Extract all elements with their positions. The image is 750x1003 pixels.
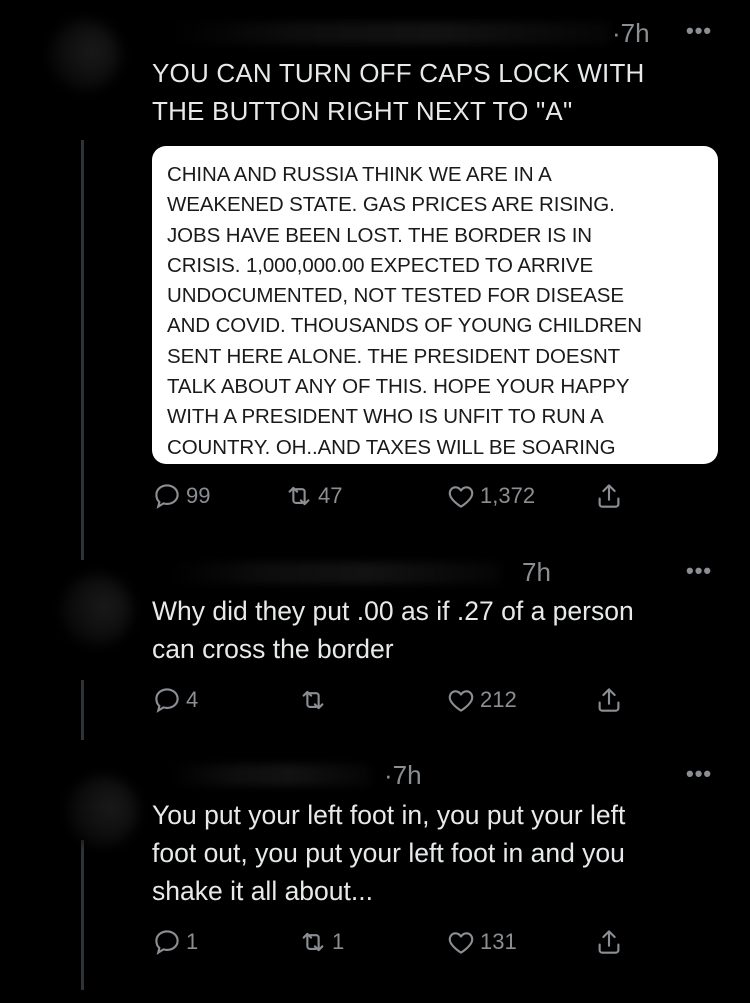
- thread-line: [81, 680, 84, 740]
- like-count: 131: [480, 929, 517, 954]
- retweet-button[interactable]: 47: [284, 476, 342, 516]
- thread-line: [81, 840, 84, 990]
- like-count: 212: [480, 687, 517, 712]
- retweet-button[interactable]: [298, 680, 332, 720]
- share-button[interactable]: [594, 680, 624, 720]
- retweet-count: 1: [332, 929, 345, 954]
- share-icon: [594, 927, 624, 957]
- reply-button[interactable]: 4: [152, 680, 198, 720]
- retweet-icon: [298, 685, 328, 715]
- retweet-button[interactable]: 1: [298, 922, 344, 962]
- reply-count: 99: [186, 483, 211, 508]
- like-button[interactable]: 131: [446, 922, 517, 962]
- reply-button[interactable]: 99: [152, 476, 210, 516]
- avatar[interactable]: [62, 575, 132, 645]
- share-button[interactable]: [594, 476, 624, 516]
- retweet-icon: [284, 481, 314, 511]
- heart-icon: [446, 927, 476, 957]
- reply-count: 4: [186, 687, 199, 712]
- tweet-text: Why did they put .00 as if .27 of a pers…: [152, 596, 634, 664]
- tweet-time: 7h: [522, 557, 551, 587]
- more-icon[interactable]: •••: [686, 761, 712, 787]
- heart-icon: [446, 481, 476, 511]
- like-button[interactable]: 212: [446, 680, 517, 720]
- retweet-count: 47: [318, 483, 343, 508]
- tweet-text: YOU CAN TURN OFF CAPS LOCK WITH THE BUTT…: [152, 58, 645, 126]
- author-name-redacted: [170, 764, 370, 786]
- tweet-actions: 4 212: [152, 680, 652, 720]
- attachment-text: CHINA AND RUSSIA THINK WE ARE IN A WEAKE…: [167, 163, 642, 459]
- avatar[interactable]: [68, 776, 138, 846]
- heart-icon: [446, 685, 476, 715]
- more-icon[interactable]: •••: [686, 558, 712, 584]
- thread-line: [81, 140, 84, 560]
- reply-icon: [152, 927, 182, 957]
- author-name-redacted: [170, 562, 500, 584]
- image-attachment[interactable]: CHINA AND RUSSIA THINK WE ARE IN A WEAKE…: [152, 146, 718, 464]
- tweet-text: You put your left foot in, you put your …: [152, 800, 626, 906]
- share-icon: [594, 481, 624, 511]
- tweet-time: ·7h: [612, 18, 650, 48]
- reply-button[interactable]: 1: [152, 922, 198, 962]
- share-button[interactable]: [594, 922, 624, 962]
- like-button[interactable]: 1,372: [446, 476, 535, 516]
- reply-count: 1: [186, 929, 199, 954]
- tweet-actions: 1 1 131: [152, 922, 652, 962]
- avatar[interactable]: [50, 20, 120, 90]
- share-icon: [594, 685, 624, 715]
- tweet-time: ·7h: [384, 760, 422, 790]
- tweet-actions: 99 47 1,372: [152, 476, 652, 516]
- more-icon[interactable]: •••: [686, 18, 712, 44]
- retweet-icon: [298, 927, 328, 957]
- reply-icon: [152, 685, 182, 715]
- author-name-redacted: [170, 22, 610, 44]
- reply-icon: [152, 481, 182, 511]
- like-count: 1,372: [480, 483, 536, 508]
